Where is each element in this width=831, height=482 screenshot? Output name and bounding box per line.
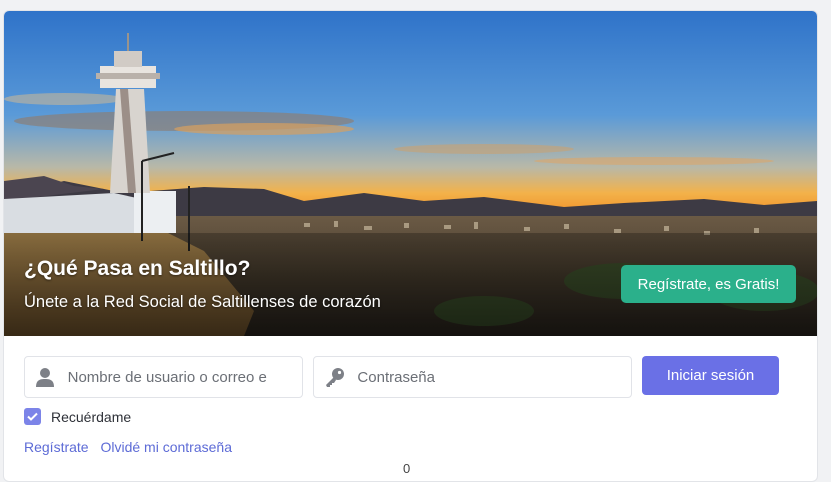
counter-text: 0 [403,461,411,476]
auth-links: Regístrate Olvidé mi contraseña [24,439,240,455]
register-link[interactable]: Regístrate [24,439,89,455]
password-field [313,356,632,398]
login-card: ¿Qué Pasa en Saltillo? Únete a la Red So… [3,10,818,482]
forgot-password-link[interactable]: Olvidé mi contraseña [100,439,232,455]
user-icon [25,367,66,387]
check-icon [27,412,38,421]
hero-banner: ¿Qué Pasa en Saltillo? Únete a la Red So… [4,11,817,336]
password-input[interactable] [357,368,631,386]
login-button[interactable]: Iniciar sesión [642,356,779,395]
hero-subtitle: Únete a la Red Social de Saltillenses de… [24,293,381,311]
key-icon [314,367,355,387]
hero-title: ¿Qué Pasa en Saltillo? [24,257,251,280]
remember-checkbox[interactable] [24,408,41,425]
remember-label: Recuérdame [51,408,132,425]
username-field [24,356,303,398]
register-cta-button[interactable]: Regístrate, es Gratis! [621,265,796,303]
username-input[interactable] [67,368,302,386]
remember-me[interactable]: Recuérdame [24,408,131,425]
